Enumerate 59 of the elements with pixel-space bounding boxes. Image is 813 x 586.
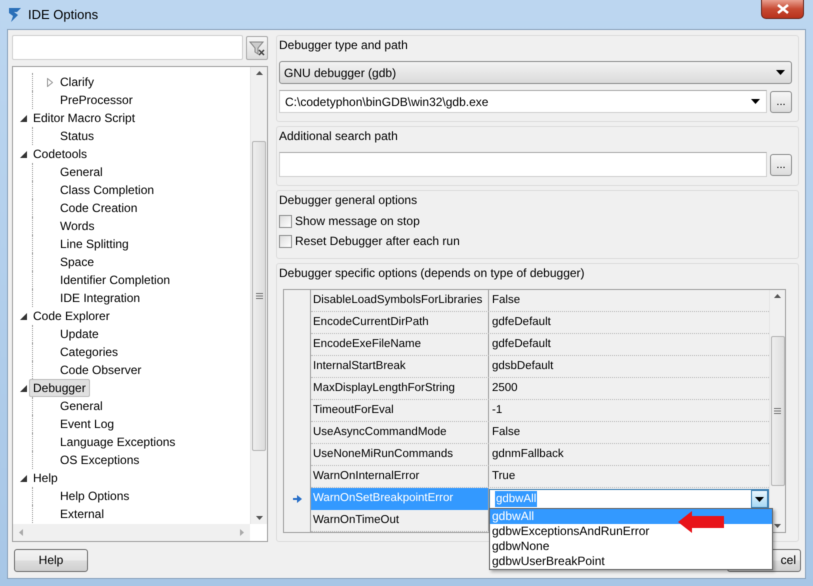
option-checkbox[interactable]: Reset Debugger after each run xyxy=(279,232,792,250)
property-value: 2500 xyxy=(491,381,519,396)
group-title: Debugger general options xyxy=(278,192,418,209)
property-value: gdfeDefault xyxy=(491,315,552,330)
debugger-path-combobox[interactable]: C:\codetyphon\binGDB\win32\gdb.exe xyxy=(279,90,767,113)
property-name[interactable]: WarnOnTimeOut xyxy=(311,510,489,531)
close-button[interactable] xyxy=(761,0,804,19)
tree-item[interactable]: Debugger xyxy=(29,379,90,397)
window-title: IDE Options xyxy=(28,7,98,22)
dropdown-option[interactable]: gdbwUserBreakPoint xyxy=(490,554,772,569)
browse-button[interactable]: ... xyxy=(770,154,792,176)
collapse-icon[interactable] xyxy=(20,384,26,392)
filter-field[interactable] xyxy=(12,35,243,60)
app-logo-icon xyxy=(8,6,22,22)
grip-icon xyxy=(774,408,781,414)
property-name[interactable]: UseAsyncCommandMode xyxy=(311,422,489,443)
grip-icon xyxy=(256,292,262,298)
group-title: Debugger type and path xyxy=(278,37,409,54)
arrow-icon xyxy=(678,511,724,533)
property-name[interactable]: InternalStartBreak xyxy=(311,356,489,377)
property-name[interactable]: UseNoneMiRunCommands xyxy=(311,444,489,465)
property-name[interactable]: WarnOnInternalError xyxy=(311,466,489,487)
clear-filter-button[interactable] xyxy=(246,36,268,60)
close-icon xyxy=(776,4,788,14)
caret-icon[interactable] xyxy=(755,496,764,502)
scroll-down-icon[interactable] xyxy=(256,516,262,520)
option-checkbox[interactable]: Show message on stop xyxy=(279,212,792,230)
dropdown-option[interactable]: gdbwNone xyxy=(490,539,772,554)
debugger-type-dropdown[interactable]: GNU debugger (gdb) xyxy=(279,61,792,84)
caret-icon[interactable] xyxy=(776,70,785,75)
property-value: gdsbDefault xyxy=(491,359,554,374)
dropdown-option[interactable]: gdbwExceptionsAndRunError xyxy=(490,524,772,539)
property-value: gdnmFallback xyxy=(491,447,565,462)
help-button[interactable]: Help xyxy=(14,548,88,572)
property-value: True xyxy=(491,469,516,484)
collapse-icon[interactable] xyxy=(20,150,26,158)
caret-icon[interactable] xyxy=(751,99,760,104)
search-path-field[interactable] xyxy=(279,152,767,177)
property-value: -1 xyxy=(491,403,504,418)
filter-clear-icon xyxy=(249,40,265,56)
property-name[interactable]: EncodeExeFileName xyxy=(311,334,489,355)
browse-button[interactable]: ... xyxy=(770,90,792,112)
expand-icon[interactable] xyxy=(47,78,53,86)
collapse-icon[interactable] xyxy=(20,312,26,320)
property-value: False xyxy=(491,425,522,440)
collapse-icon[interactable] xyxy=(20,474,26,482)
scroll-up-icon[interactable] xyxy=(774,294,781,298)
group-title: Debugger specific options (depends on type of debugger) xyxy=(278,265,586,282)
property-value: gdfeDefault xyxy=(491,337,552,352)
collapse-icon[interactable] xyxy=(20,114,26,122)
group-title: Additional search path xyxy=(278,128,399,145)
scroll-up-icon[interactable] xyxy=(256,71,262,75)
property-name[interactable]: MaxDisplayLengthForString xyxy=(311,378,489,399)
vertical-scrollbar[interactable] xyxy=(250,67,267,524)
property-value: False xyxy=(491,293,522,308)
scroll-down-icon[interactable] xyxy=(774,524,781,528)
property-name[interactable]: TimeoutForEval xyxy=(311,400,489,421)
property-name[interactable]: DisableLoadSymbolsForLibraries xyxy=(311,290,489,311)
property-name[interactable]: EncodeCurrentDirPath xyxy=(311,312,489,333)
